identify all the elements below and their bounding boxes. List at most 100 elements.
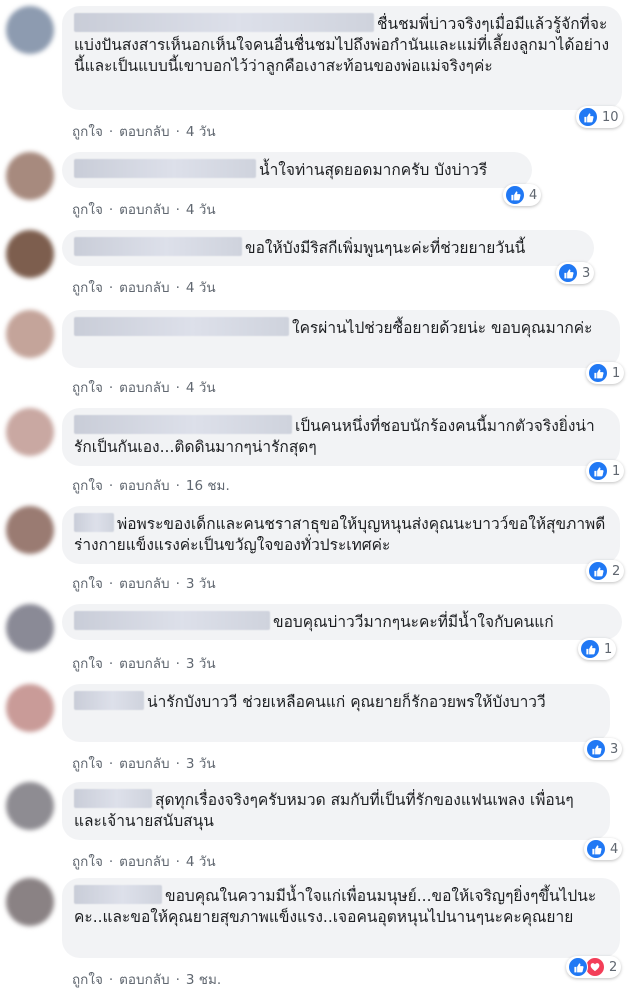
separator: · xyxy=(175,280,180,296)
like-icon xyxy=(580,639,600,659)
timestamp: 3 วัน xyxy=(185,656,216,672)
separator: · xyxy=(108,478,114,494)
reply-link[interactable]: ตอบกลับ xyxy=(119,854,169,870)
commenter-name[interactable] xyxy=(74,237,242,256)
timestamp: 4 วัน xyxy=(185,380,216,396)
avatar[interactable] xyxy=(6,878,54,926)
comment-text: พ่อพระของเด็กและคนชราสาธุขอให้บุญหนุนส่ง… xyxy=(74,515,606,554)
like-link[interactable]: ถูกใจ xyxy=(72,576,103,592)
reply-link[interactable]: ตอบกลับ xyxy=(119,972,169,988)
separator: · xyxy=(175,576,180,592)
separator: · xyxy=(175,972,180,988)
separator: · xyxy=(175,380,180,396)
separator: · xyxy=(175,756,180,772)
comment-actions: ถูกใจ · ตอบกลับ · 3 ชม. xyxy=(72,968,221,990)
separator: · xyxy=(175,854,180,870)
reaction-count[interactable]: 3 xyxy=(584,738,623,760)
separator: · xyxy=(175,656,180,672)
like-icon xyxy=(588,461,608,481)
comment-actions: ถูกใจ · ตอบกลับ · 4 วัน xyxy=(72,120,216,142)
comment-bubble: น่ารักบังบาววี ช่วยเหลือคนแก่ คุณยายก็รั… xyxy=(62,684,610,742)
comment-actions: ถูกใจ · ตอบกลับ · 16 ชม. xyxy=(72,474,230,496)
like-link[interactable]: ถูกใจ xyxy=(72,380,103,396)
reply-link[interactable]: ตอบกลับ xyxy=(119,478,169,494)
comment-actions: ถูกใจ · ตอบกลับ · 4 วัน xyxy=(72,276,216,298)
reply-link[interactable]: ตอบกลับ xyxy=(119,576,169,592)
comment-bubble: ใครผ่านไปช่วยซื้อยายด้วยน่ะ ขอบคุณมากค่ะ xyxy=(62,310,620,368)
commenter-name[interactable] xyxy=(74,159,256,178)
comment-bubble: สุดทุกเรื่องจริงๆครับหมวด สมกับที่เป็นที… xyxy=(62,782,610,840)
avatar[interactable] xyxy=(6,408,54,456)
timestamp: 3 ชม. xyxy=(185,972,222,988)
separator: · xyxy=(175,478,180,494)
like-link[interactable]: ถูกใจ xyxy=(72,656,103,672)
avatar[interactable] xyxy=(6,604,54,652)
timestamp: 3 วัน xyxy=(185,756,216,772)
comment-actions: ถูกใจ · ตอบกลับ · 3 วัน xyxy=(72,752,216,774)
like-link[interactable]: ถูกใจ xyxy=(72,202,103,218)
commenter-name[interactable] xyxy=(74,317,289,336)
like-icon xyxy=(588,561,608,581)
like-link[interactable]: ถูกใจ xyxy=(72,756,103,772)
reaction-count[interactable]: 2 xyxy=(566,956,622,978)
reply-link[interactable]: ตอบกลับ xyxy=(119,656,169,672)
like-link[interactable]: ถูกใจ xyxy=(72,854,103,870)
timestamp: 4 วัน xyxy=(185,854,216,870)
commenter-name[interactable] xyxy=(74,789,152,808)
comment-bubble: ขอบคุณในความมีน้ำใจแก่เพื่อนมนุษย์...ขอใ… xyxy=(62,878,620,958)
commenter-name[interactable] xyxy=(74,13,374,32)
comment-actions: ถูกใจ · ตอบกลับ · 4 วัน xyxy=(72,198,216,220)
like-icon xyxy=(586,739,606,759)
like-icon xyxy=(558,263,578,283)
reply-link[interactable]: ตอบกลับ xyxy=(119,124,169,140)
like-icon xyxy=(568,957,588,977)
avatar[interactable] xyxy=(6,782,54,830)
reply-link[interactable]: ตอบกลับ xyxy=(119,756,169,772)
comment-actions: ถูกใจ · ตอบกลับ · 4 วัน xyxy=(72,376,216,398)
separator: · xyxy=(108,124,114,140)
like-icon xyxy=(505,185,525,205)
timestamp: 4 วัน xyxy=(185,124,216,140)
separator: · xyxy=(108,854,114,870)
like-link[interactable]: ถูกใจ xyxy=(72,280,103,296)
reply-link[interactable]: ตอบกลับ xyxy=(119,202,169,218)
like-link[interactable]: ถูกใจ xyxy=(72,478,103,494)
separator: · xyxy=(108,576,114,592)
avatar[interactable] xyxy=(6,310,54,358)
reaction-count[interactable]: 1 xyxy=(586,362,625,384)
reply-link[interactable]: ตอบกลับ xyxy=(119,280,169,296)
separator: · xyxy=(175,202,180,218)
avatar[interactable] xyxy=(6,506,54,554)
reaction-count[interactable]: 2 xyxy=(586,560,625,582)
avatar[interactable] xyxy=(6,230,54,278)
separator: · xyxy=(108,380,114,396)
commenter-name[interactable] xyxy=(74,513,114,532)
separator: · xyxy=(108,202,114,218)
commenter-name[interactable] xyxy=(74,611,270,630)
comment-actions: ถูกใจ · ตอบกลับ · 3 วัน xyxy=(72,572,216,594)
commenter-name[interactable] xyxy=(74,691,144,710)
separator: · xyxy=(108,972,114,988)
comment-bubble: เป็นคนหนึ่งที่ชอบนักร้องคนนี้มากตัวจริงย… xyxy=(62,408,620,466)
like-link[interactable]: ถูกใจ xyxy=(72,972,103,988)
like-link[interactable]: ถูกใจ xyxy=(72,124,103,140)
reaction-count[interactable]: 4 xyxy=(584,838,623,860)
reaction-count[interactable]: 3 xyxy=(556,262,595,284)
reply-link[interactable]: ตอบกลับ xyxy=(119,380,169,396)
reaction-count[interactable]: 4 xyxy=(503,184,542,206)
reaction-count[interactable]: 1 xyxy=(586,460,625,482)
comment-actions: ถูกใจ · ตอบกลับ · 4 วัน xyxy=(72,850,216,872)
separator: · xyxy=(108,656,114,672)
separator: · xyxy=(108,756,114,772)
commenter-name[interactable] xyxy=(74,885,162,904)
reaction-count[interactable]: 10 xyxy=(576,106,623,128)
avatar[interactable] xyxy=(6,6,54,54)
avatar[interactable] xyxy=(6,684,54,732)
comment-text: ขอบคุณบ่าววีมากๆนะคะที่มีน้ำใจกับคนแก่ xyxy=(273,613,554,631)
comment-text: น้ำใจท่านสุดยอดมากครับ บังบ่าวรี xyxy=(259,161,488,179)
commenter-name[interactable] xyxy=(74,415,292,434)
reaction-count[interactable]: 1 xyxy=(578,638,617,660)
like-icon xyxy=(586,839,606,859)
comment-bubble: พ่อพระของเด็กและคนชราสาธุขอให้บุญหนุนส่ง… xyxy=(62,506,620,564)
avatar[interactable] xyxy=(6,152,54,200)
